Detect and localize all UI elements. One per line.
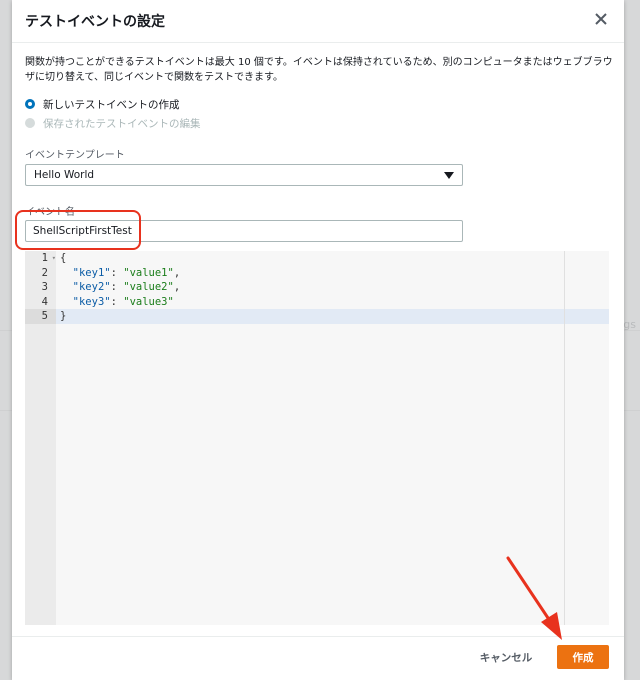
event-name-label: イベント名 (25, 207, 75, 218)
cancel-button[interactable]: キャンセル (468, 645, 544, 669)
template-select-value: Hello World (34, 169, 95, 181)
dialog-footer: キャンセル 作成 (12, 636, 624, 680)
template-select[interactable]: Hello World (25, 164, 463, 186)
line-number: 2 (41, 266, 48, 279)
dialog-description: 関数が持つことができるテストイベントは最大 10 個です。イベントは保持されてい… (25, 57, 613, 83)
line-number: 4 (41, 295, 48, 308)
template-label: イベントテンプレート (25, 150, 125, 161)
editor-print-margin (564, 251, 565, 625)
radio-create-new-label: 新しいテストイベントの作成 (43, 98, 180, 111)
json-code-editor[interactable]: 1 ▾ 2 3 4 5 { "key1": "value1", "key2": "… (25, 251, 609, 625)
radio-disabled-icon (25, 118, 35, 128)
code-line: "key1": "value1", (72, 266, 181, 279)
code-line: { (60, 252, 67, 264)
radio-edit-saved: 保存されたテストイベントの編集 (25, 115, 201, 131)
event-name-input[interactable] (25, 220, 463, 242)
dialog-header: テストイベントの設定 (12, 0, 624, 43)
close-icon[interactable] (592, 10, 610, 28)
code-line: "key3": "value3" (72, 295, 174, 308)
code-line: "key2": "value2", (72, 281, 181, 293)
editor-code[interactable]: { "key1": "value1", "key2": "value2", "k… (56, 251, 609, 324)
line-number: 3 (41, 281, 48, 293)
line-number: 5 (25, 309, 56, 324)
caret-down-icon (444, 172, 454, 179)
radio-create-new[interactable]: 新しいテストイベントの作成 (25, 96, 180, 112)
radio-edit-saved-label: 保存されたテストイベントの編集 (43, 117, 201, 130)
radio-selected-icon[interactable] (25, 99, 35, 109)
editor-gutter: 1 ▾ 2 3 4 5 (25, 251, 56, 625)
line-number: 1 ▾ (41, 252, 56, 264)
dialog-title: テストイベントの設定 (25, 14, 165, 30)
code-line-active: } (56, 309, 609, 324)
test-event-dialog: テストイベントの設定 関数が持つことができるテストイベントは最大 10 個です。… (12, 0, 624, 680)
create-button[interactable]: 作成 (557, 645, 609, 669)
